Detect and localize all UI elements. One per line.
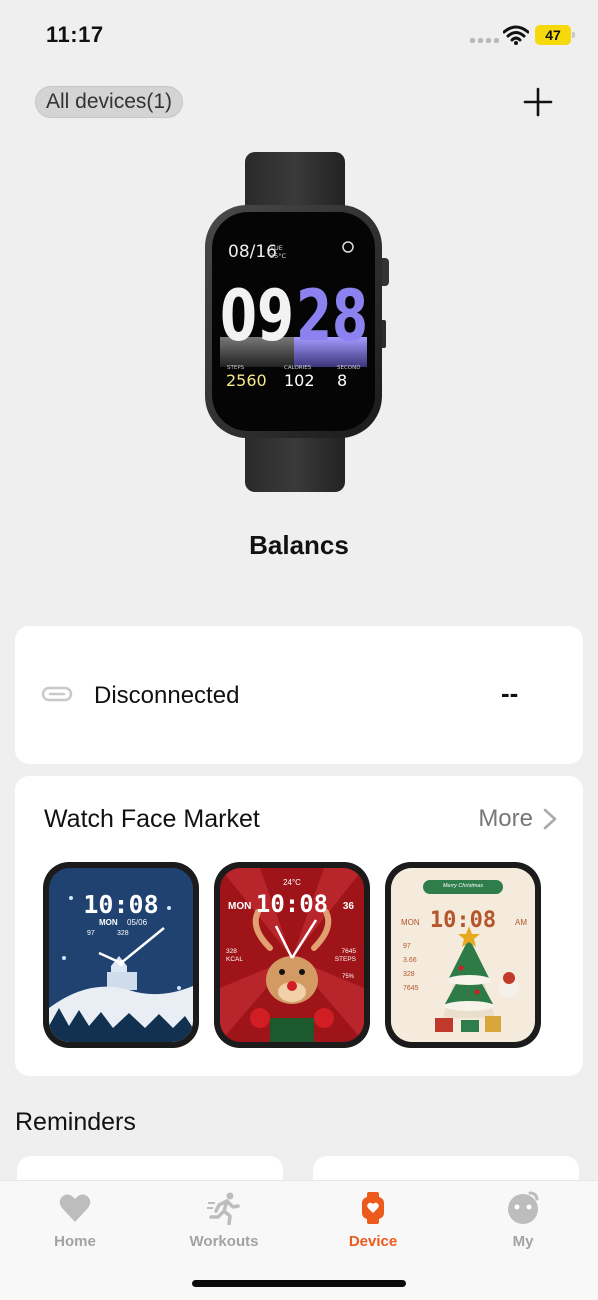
tab-my[interactable]: My: [463, 1191, 583, 1261]
watch-face-list: 10:08 MON 05/06 97 328 24°C 10:08 MON 36…: [43, 862, 541, 1048]
face-calories-value: 328: [226, 948, 237, 955]
face-calories-label: KCAL: [226, 956, 243, 963]
face-stat: 3.66: [403, 957, 417, 964]
face-temperature: 24°C: [283, 878, 301, 887]
watch-temperature: 25°C: [270, 252, 287, 260]
watch-face-market-card: Watch Face Market More 10:08 MON 05/06 9…: [15, 776, 583, 1076]
bluetooth-link-icon: [41, 686, 73, 702]
watch-weekday: TUE: [269, 244, 283, 252]
watch-face-item[interactable]: 24°C 10:08 MON 36 328 KCAL 7645 STEPS 75…: [214, 862, 370, 1048]
watch-stat-value: 102: [284, 371, 315, 390]
face-steps: 328: [117, 930, 129, 937]
watch-face-item[interactable]: Merry Christmas 10:08 MON AM 97 3.66 328…: [385, 862, 541, 1048]
watch-minute: 28: [296, 275, 368, 357]
watch-stat-value: 8: [337, 371, 347, 390]
face-stats: 97 3.66 328 7645: [403, 940, 419, 996]
watch-icon: [362, 1192, 384, 1224]
device-name: Balancs: [249, 530, 349, 560]
all-devices-label: All devices(1): [46, 90, 173, 113]
wifi-icon: [503, 25, 529, 45]
face-weekday: MON: [228, 901, 252, 912]
runner-icon: [207, 1192, 240, 1225]
face-weekday: MON: [401, 918, 420, 927]
tab-device[interactable]: Device: [313, 1191, 433, 1261]
battery-level: 47: [545, 27, 561, 43]
plus-icon: [523, 87, 553, 117]
battery-indicator: 47: [535, 25, 575, 45]
watch-hour: 09: [220, 275, 294, 357]
home-indicator: [192, 1280, 406, 1287]
tab-label: Workouts: [189, 1233, 259, 1250]
add-device-button[interactable]: [522, 86, 554, 118]
face-banner: Merry Christmas: [442, 883, 484, 889]
status-time: 11:17: [46, 22, 104, 47]
all-devices-button[interactable]: All devices(1): [35, 86, 184, 118]
face-percent: 75%: [341, 974, 354, 980]
face-steps-value: 7645: [341, 948, 356, 955]
tab-label: Home: [54, 1233, 96, 1250]
tab-workouts[interactable]: Workouts: [164, 1191, 284, 1261]
tab-home[interactable]: Home: [15, 1191, 135, 1261]
face-steps-label: STEPS: [334, 956, 356, 963]
more-link[interactable]: More: [478, 805, 557, 833]
connection-status-card[interactable]: Disconnected --: [15, 626, 583, 764]
more-label: More: [478, 805, 533, 832]
tab-label: Device: [348, 1233, 398, 1250]
face-ampm: AM: [515, 918, 527, 927]
face-date: 05/06: [127, 918, 148, 927]
face-weekday: MON: [99, 918, 118, 927]
face-steps: 7645 STEPS: [335, 948, 356, 964]
watch-face-item[interactable]: 10:08 MON 05/06 97 328: [43, 862, 199, 1048]
battery-status-value: --: [501, 678, 519, 708]
heart-icon: [59, 1194, 91, 1222]
connection-status-label: Disconnected: [94, 682, 240, 709]
face-heart-rate: 97: [87, 930, 95, 937]
chevron-right-icon: [543, 808, 557, 830]
status-bar: 11:17 47: [0, 0, 598, 70]
face-day: 36: [342, 901, 354, 912]
face-stat: 328: [403, 971, 415, 978]
section-title: Watch Face Market: [44, 805, 260, 833]
watch-image: 08/16 TUE 25°C 09 28 STEPS CALORIES SECO…: [205, 152, 389, 492]
face-calories: 328 KCAL: [226, 948, 243, 964]
watch-stat-value: 2560: [226, 371, 267, 390]
reminders-title: Reminders: [15, 1108, 136, 1136]
face-stat: 7645: [403, 985, 419, 992]
tab-label: My: [512, 1233, 534, 1250]
face-icon: [508, 1191, 539, 1224]
face-time: 10:08: [83, 890, 159, 919]
face-stat: 97: [403, 943, 411, 950]
cellular-signal-icon: [470, 38, 499, 43]
